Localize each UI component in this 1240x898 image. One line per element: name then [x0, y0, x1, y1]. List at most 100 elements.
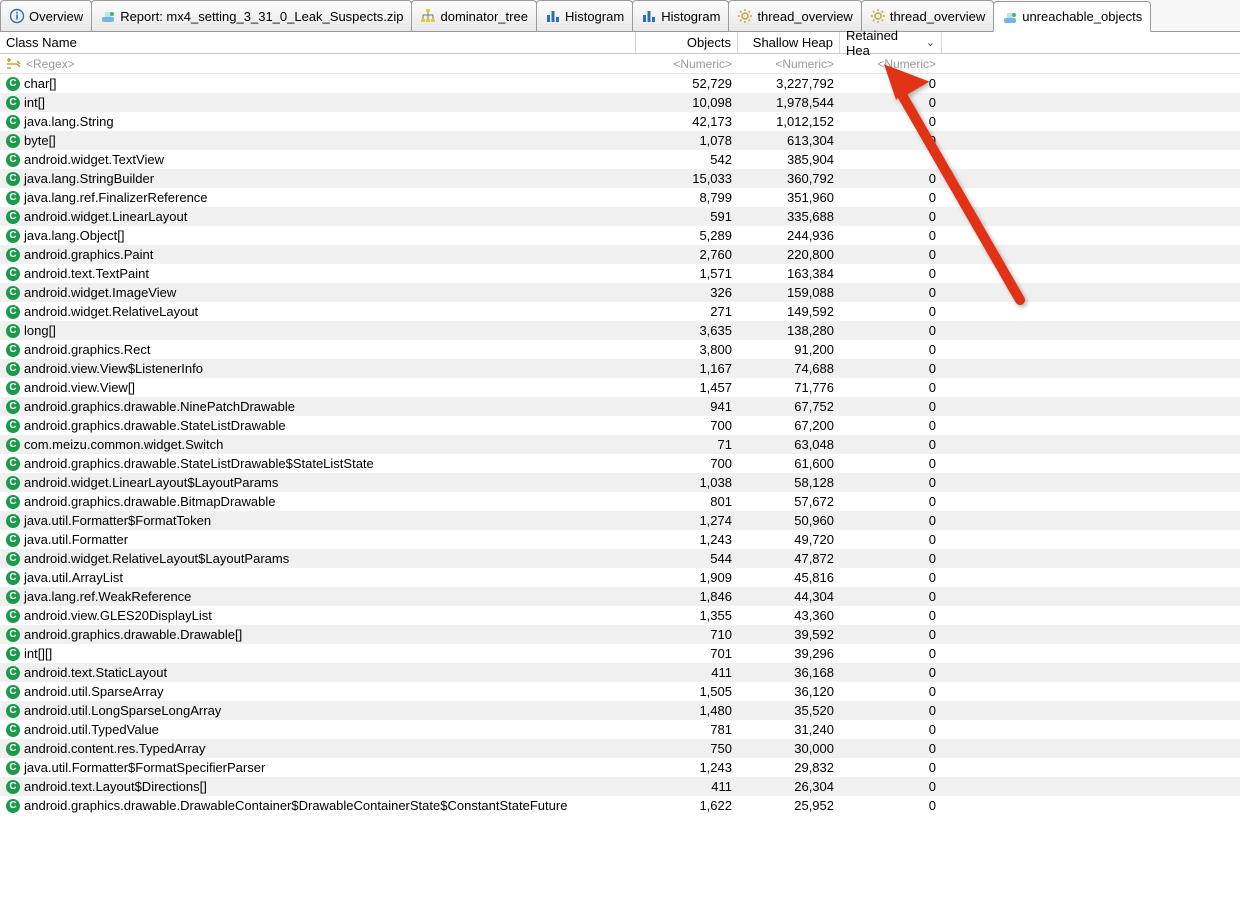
retained-value: 0: [929, 798, 936, 813]
table-row[interactable]: Candroid.graphics.drawable.StateListDraw…: [0, 416, 1240, 435]
column-header-class[interactable]: Class Name: [0, 32, 636, 53]
table-row[interactable]: Cjava.util.Formatter$FormatToken1,27450,…: [0, 511, 1240, 530]
class-icon: C: [6, 799, 20, 813]
table-row[interactable]: Clong[]3,635138,2800: [0, 321, 1240, 340]
filter-retained-placeholder[interactable]: <Numeric>: [877, 57, 936, 71]
regex-filter-icon[interactable]: [6, 56, 22, 72]
tab-overview[interactable]: Overview: [0, 0, 92, 31]
shallow-value: 61,600: [794, 456, 834, 471]
table-row[interactable]: Cjava.lang.ref.WeakReference1,84644,3040: [0, 587, 1240, 606]
shallow-value: 58,128: [794, 475, 834, 490]
filter-shallow-placeholder[interactable]: <Numeric>: [775, 57, 834, 71]
table-row[interactable]: Candroid.widget.RelativeLayout271149,592…: [0, 302, 1240, 321]
table-row[interactable]: Ccom.meizu.common.widget.Switch7163,0480: [0, 435, 1240, 454]
table-row[interactable]: Candroid.graphics.drawable.NinePatchDraw…: [0, 397, 1240, 416]
table-row[interactable]: Cint[]10,0981,978,5440: [0, 93, 1240, 112]
table-row[interactable]: Cjava.lang.ref.FinalizerReference8,79935…: [0, 188, 1240, 207]
table-row[interactable]: Candroid.text.TextPaint1,571163,3840: [0, 264, 1240, 283]
class-name: java.util.Formatter$FormatToken: [24, 513, 211, 528]
tab-label: thread_overview: [890, 9, 985, 24]
tab-label: Histogram: [661, 9, 720, 24]
table-row[interactable]: Cbyte[]1,078613,3040: [0, 131, 1240, 150]
table-row[interactable]: Candroid.view.View[]1,45771,7760: [0, 378, 1240, 397]
class-name: android.text.TextPaint: [24, 266, 149, 281]
table-row[interactable]: Candroid.graphics.drawable.BitmapDrawabl…: [0, 492, 1240, 511]
table-row[interactable]: Cjava.lang.StringBuilder15,033360,7920: [0, 169, 1240, 188]
table-row[interactable]: Cjava.util.Formatter$FormatSpecifierPars…: [0, 758, 1240, 777]
objects-value: 801: [710, 494, 732, 509]
retained-value: 0: [929, 551, 936, 566]
retained-value: 0: [929, 741, 936, 756]
tab-histogram[interactable]: Histogram: [536, 0, 633, 31]
table-row[interactable]: Cchar[]52,7293,227,7920: [0, 74, 1240, 93]
class-name: android.graphics.Paint: [24, 247, 153, 262]
class-icon: C: [6, 362, 20, 376]
tab-report-mx4-setting-3-31-0-leak-suspects-zip[interactable]: Report: mx4_setting_3_31_0_Leak_Suspects…: [91, 0, 412, 31]
class-icon: C: [6, 647, 20, 661]
table-row[interactable]: Cjava.util.ArrayList1,90945,8160: [0, 568, 1240, 587]
class-icon: C: [6, 742, 20, 756]
table-row[interactable]: Candroid.widget.LinearLayout591335,6880: [0, 207, 1240, 226]
table-row[interactable]: Candroid.view.View$ListenerInfo1,16774,6…: [0, 359, 1240, 378]
column-header-shallow-label: Shallow Heap: [753, 35, 833, 50]
table-row[interactable]: Candroid.text.Layout$Directions[]41126,3…: [0, 777, 1240, 796]
table-row[interactable]: Candroid.graphics.drawable.StateListDraw…: [0, 454, 1240, 473]
class-icon: C: [6, 723, 20, 737]
table-row[interactable]: Candroid.graphics.Paint2,760220,8000: [0, 245, 1240, 264]
table-row[interactable]: Candroid.util.TypedValue78131,2400: [0, 720, 1240, 739]
objects-value: 941: [710, 399, 732, 414]
retained-value: 0: [929, 209, 936, 224]
column-header-objects[interactable]: Objects: [636, 32, 738, 53]
objects-value: 1,457: [699, 380, 732, 395]
table-row[interactable]: Cint[][]70139,2960: [0, 644, 1240, 663]
objects-value: 10,098: [692, 95, 732, 110]
class-icon: C: [6, 666, 20, 680]
class-icon: C: [6, 191, 20, 205]
class-icon: C: [6, 134, 20, 148]
class-name: android.graphics.drawable.NinePatchDrawa…: [24, 399, 295, 414]
table-row[interactable]: Candroid.widget.LinearLayout$LayoutParam…: [0, 473, 1240, 492]
filter-class-placeholder[interactable]: <Regex>: [26, 57, 75, 71]
shallow-value: 159,088: [787, 285, 834, 300]
class-name: android.widget.LinearLayout$LayoutParams: [24, 475, 278, 490]
class-icon: C: [6, 381, 20, 395]
objects-value: 71: [718, 437, 732, 452]
column-header-retained[interactable]: Retained Hea ⌄: [840, 32, 942, 53]
class-icon: C: [6, 533, 20, 547]
class-icon: C: [6, 476, 20, 490]
tab-thread-overview[interactable]: thread_overview: [728, 0, 861, 31]
column-header-shallow[interactable]: Shallow Heap: [738, 32, 840, 53]
table-row[interactable]: Candroid.graphics.Rect3,80091,2000: [0, 340, 1240, 359]
table-row[interactable]: Candroid.widget.RelativeLayout$LayoutPar…: [0, 549, 1240, 568]
retained-value: 0: [929, 114, 936, 129]
tab-histogram[interactable]: Histogram: [632, 0, 729, 31]
objects-value: 542: [710, 152, 732, 167]
table-row[interactable]: Candroid.graphics.drawable.Drawable[]710…: [0, 625, 1240, 644]
class-icon: C: [6, 96, 20, 110]
tab-thread-overview[interactable]: thread_overview: [861, 0, 994, 31]
table-row[interactable]: Candroid.widget.TextView542385,904: [0, 150, 1240, 169]
table-row[interactable]: Cjava.lang.String42,1731,012,1520: [0, 112, 1240, 131]
tab-unreachable-objects[interactable]: unreachable_objects: [993, 1, 1151, 32]
objects-value: 1,078: [699, 133, 732, 148]
objects-value: 591: [710, 209, 732, 224]
table-row[interactable]: Cjava.util.Formatter1,24349,7200: [0, 530, 1240, 549]
class-name: long[]: [24, 323, 56, 338]
table-row[interactable]: Candroid.text.StaticLayout41136,1680: [0, 663, 1240, 682]
class-name: android.graphics.drawable.StateListDrawa…: [24, 456, 374, 471]
class-icon: C: [6, 590, 20, 604]
table-row[interactable]: Candroid.graphics.drawable.DrawableConta…: [0, 796, 1240, 815]
histogram-table: Cchar[]52,7293,227,7920Cint[]10,0981,978…: [0, 74, 1240, 815]
table-row[interactable]: Candroid.view.GLES20DisplayList1,35543,3…: [0, 606, 1240, 625]
table-row[interactable]: Candroid.util.LongSparseLongArray1,48035…: [0, 701, 1240, 720]
tab-dominator-tree[interactable]: dominator_tree: [411, 0, 536, 31]
table-row[interactable]: Candroid.content.res.TypedArray75030,000…: [0, 739, 1240, 758]
filter-objects-placeholder[interactable]: <Numeric>: [673, 57, 732, 71]
retained-value: 0: [929, 760, 936, 775]
table-row[interactable]: Cjava.lang.Object[]5,289244,9360: [0, 226, 1240, 245]
shallow-value: 351,960: [787, 190, 834, 205]
table-row[interactable]: Candroid.util.SparseArray1,50536,1200: [0, 682, 1240, 701]
class-name: android.graphics.drawable.Drawable[]: [24, 627, 242, 642]
table-row[interactable]: Candroid.widget.ImageView326159,0880: [0, 283, 1240, 302]
retained-value: 0: [929, 570, 936, 585]
